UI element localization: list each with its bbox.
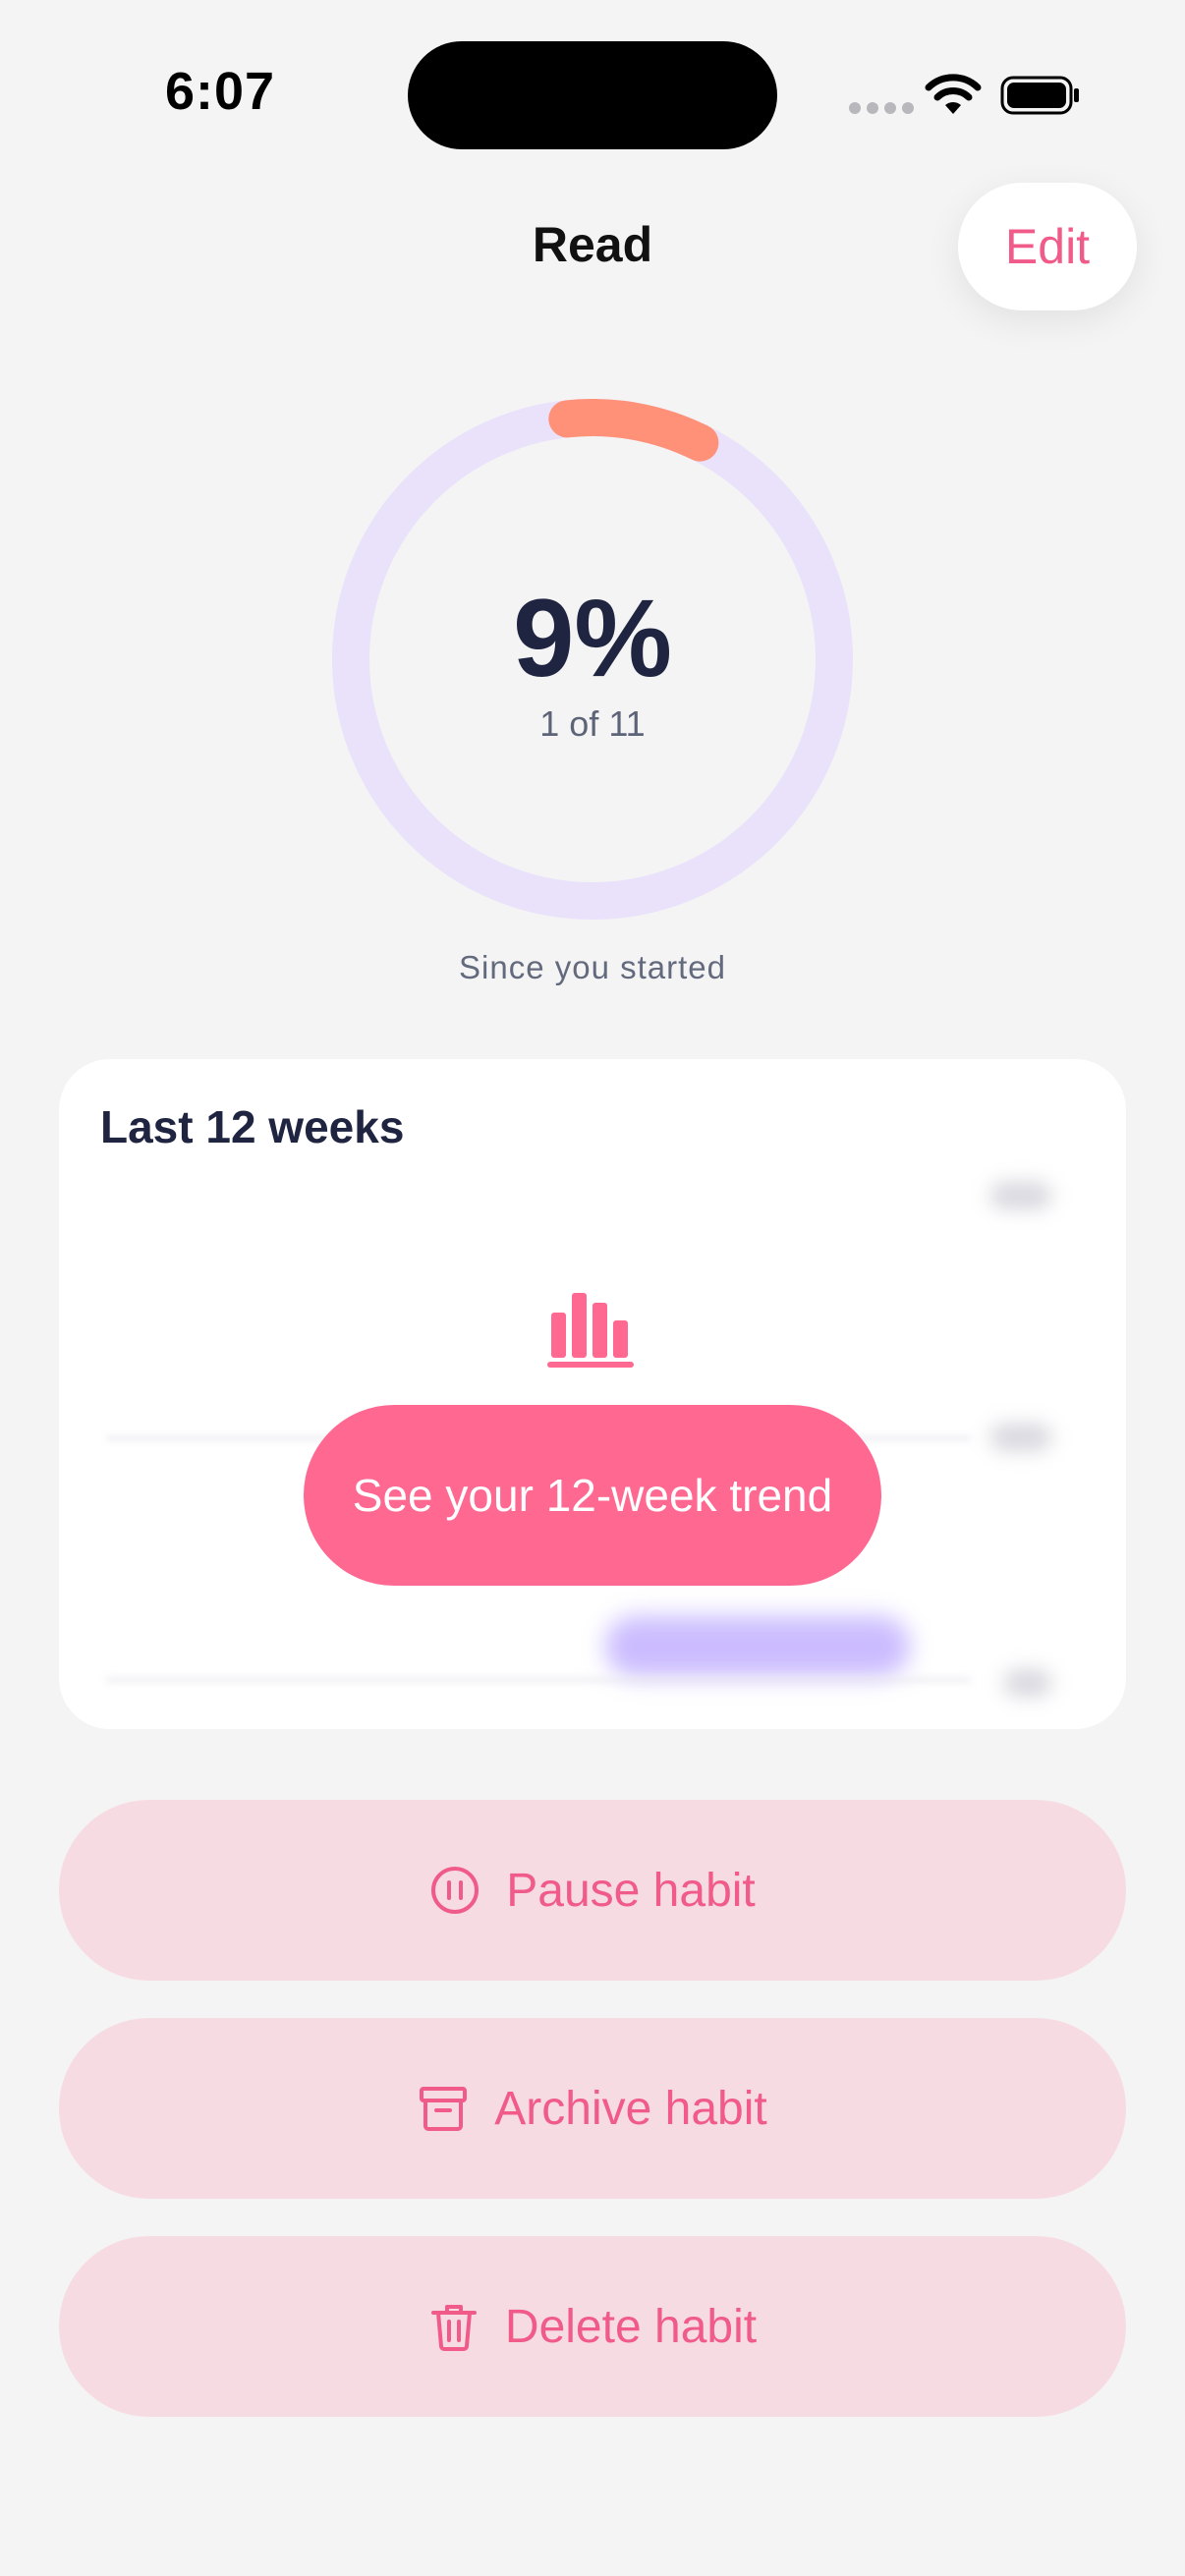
bar-chart-icon <box>547 1293 634 1368</box>
blurred-axis-label <box>990 1183 1051 1208</box>
pause-habit-label: Pause habit <box>506 1864 756 1917</box>
battery-icon <box>1000 76 1079 115</box>
delete-habit-button[interactable]: Delete habit <box>59 2236 1126 2417</box>
blurred-axis-label <box>990 1425 1051 1450</box>
delete-habit-label: Delete habit <box>504 2300 758 2353</box>
progress-percent: 9% <box>513 577 672 700</box>
pause-circle-icon <box>431 1867 480 1914</box>
pause-habit-button[interactable]: Pause habit <box>59 1800 1126 1981</box>
archive-box-icon <box>420 2087 468 2131</box>
weeks-card-title: Last 12 weeks <box>100 1101 405 1152</box>
progress-caption: Since you started <box>459 949 726 985</box>
blurred-gridline <box>106 1678 971 1682</box>
archive-habit-label: Archive habit <box>494 2082 767 2135</box>
status-time: 6:07 <box>165 62 276 121</box>
see-trend-button[interactable]: See your 12-week trend <box>304 1405 881 1586</box>
edit-button[interactable]: Edit <box>958 183 1137 310</box>
blurred-chart-bar <box>605 1616 910 1677</box>
blurred-axis-label <box>1004 1670 1051 1696</box>
archive-habit-button[interactable]: Archive habit <box>59 2018 1126 2199</box>
wifi-icon <box>925 74 982 114</box>
cellular-signal-icon <box>849 102 914 114</box>
dynamic-island <box>408 41 777 149</box>
weeks-card: Last 12 weeks See your 12-week trend <box>59 1059 1126 1729</box>
progress-count: 1 of 11 <box>539 703 646 744</box>
trash-icon <box>430 2305 477 2351</box>
